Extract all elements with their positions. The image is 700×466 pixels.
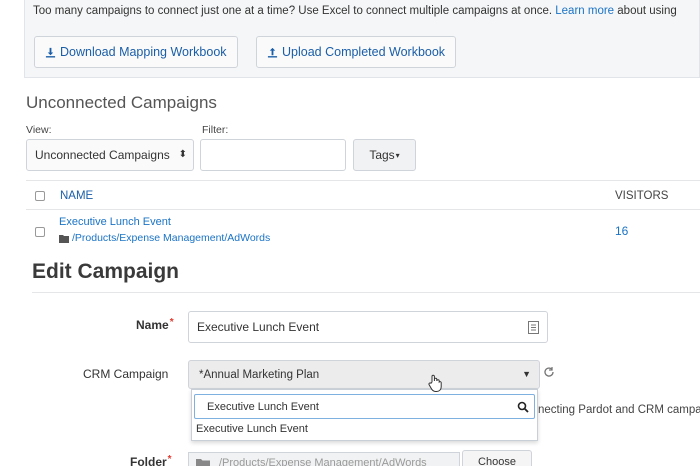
campaign-name-input[interactable]: Executive Lunch Event	[188, 311, 548, 343]
view-select-value: Unconnected Campaigns	[35, 148, 170, 162]
crm-campaign-dropdown: Executive Lunch Event Executive Lunch Ev…	[191, 389, 538, 441]
campaign-path-text: /Products/Expense Management/AdWords	[72, 232, 271, 244]
download-mapping-workbook-button[interactable]: Download Mapping Workbook	[34, 36, 238, 68]
caret-down-icon: ▾	[395, 150, 400, 160]
name-field-label: Name*	[136, 317, 174, 332]
campaign-table-header: NAME VISITORS	[26, 180, 700, 210]
folder-icon	[196, 459, 210, 466]
crm-help-text: necting Pardot and CRM campa	[538, 404, 700, 416]
learn-more-link[interactable]: Learn more	[555, 5, 614, 17]
search-icon	[517, 401, 529, 413]
campaign-name-value: Executive Lunch Event	[197, 320, 320, 334]
caret-down-icon: ▼	[522, 369, 531, 379]
visitors-column-header[interactable]: VISITORS	[615, 190, 668, 202]
required-asterisk: *	[169, 317, 174, 328]
required-asterisk: *	[167, 454, 172, 465]
tags-button-label: Tags	[369, 148, 395, 162]
crm-campaign-label: CRM Campaign	[83, 367, 169, 381]
folder-path-field: /Products/Expense Management/AdWords	[188, 452, 460, 466]
row-checkbox[interactable]	[35, 227, 45, 237]
campaign-name-link[interactable]: Executive Lunch Event	[59, 216, 171, 228]
filter-input[interactable]	[200, 139, 346, 171]
tags-dropdown-button[interactable]: Tags ▾	[353, 139, 416, 171]
view-label: View:	[26, 124, 52, 136]
select-arrows-icon: ⬍	[178, 149, 187, 160]
dropdown-search-value: Executive Lunch Event	[207, 400, 319, 413]
unconnected-campaigns-title: Unconnected Campaigns	[26, 93, 217, 112]
crm-campaign-value: *Annual Marketing Plan	[199, 368, 320, 381]
campaign-folder-path[interactable]: /Products/Expense Management/AdWords	[59, 232, 270, 244]
folder-icon	[59, 234, 69, 243]
bulk-connect-message: Too many campaigns to connect just one a…	[33, 5, 677, 17]
upload-completed-workbook-button[interactable]: Upload Completed Workbook	[256, 36, 457, 68]
document-icon	[528, 321, 539, 334]
visitors-count-link[interactable]: 16	[615, 224, 628, 238]
upload-button-label: Upload Completed Workbook	[282, 45, 446, 59]
info-text-after: about using	[617, 5, 677, 17]
upload-icon	[267, 47, 278, 58]
edit-title-divider	[32, 292, 700, 293]
folder-path-value: /Products/Expense Management/AdWords	[219, 457, 427, 466]
hand-cursor-icon	[428, 374, 442, 392]
refresh-icon[interactable]	[543, 366, 555, 378]
table-row: Executive Lunch Event /Products/Expense …	[26, 210, 700, 252]
crm-campaign-select[interactable]: *Annual Marketing Plan ▼	[188, 360, 540, 389]
name-label-text: Name	[136, 318, 169, 332]
edit-campaign-title: Edit Campaign	[32, 260, 180, 283]
download-icon	[45, 47, 56, 58]
dropdown-search-input[interactable]: Executive Lunch Event	[194, 394, 535, 419]
view-select[interactable]: Unconnected Campaigns ⬍	[26, 139, 194, 171]
dropdown-option[interactable]: Executive Lunch Event	[196, 423, 308, 435]
choose-folder-button[interactable]: Choose	[462, 450, 532, 466]
download-button-label: Download Mapping Workbook	[60, 45, 227, 59]
filter-label: Filter:	[202, 124, 229, 136]
name-column-header[interactable]: NAME	[60, 190, 93, 202]
folder-label-text: Folder	[130, 455, 167, 466]
select-all-checkbox[interactable]	[35, 191, 45, 201]
folder-field-label: Folder*	[130, 454, 172, 466]
info-text-before: Too many campaigns to connect just one a…	[33, 5, 553, 17]
